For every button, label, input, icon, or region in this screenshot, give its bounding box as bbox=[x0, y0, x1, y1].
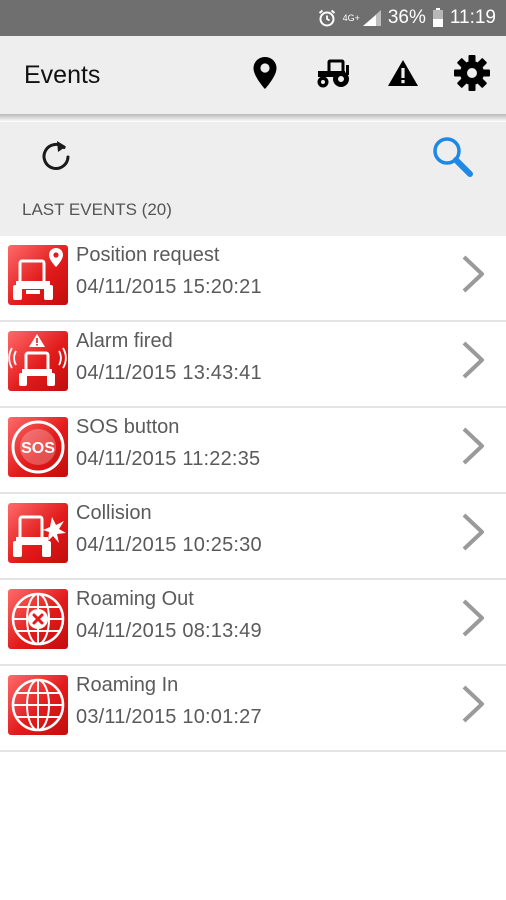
map-pin-icon bbox=[252, 56, 278, 95]
list-item[interactable]: Roaming Out 04/11/2015 08:13:49 bbox=[0, 580, 506, 666]
settings-button[interactable] bbox=[437, 36, 506, 114]
chevron-right-icon bbox=[458, 598, 490, 638]
refresh-icon bbox=[38, 137, 74, 180]
event-title: Position request bbox=[76, 244, 220, 266]
vehicles-button[interactable] bbox=[299, 36, 368, 114]
app-bar: Events bbox=[0, 36, 506, 114]
search-button[interactable] bbox=[424, 130, 480, 186]
tractor-location-icon bbox=[8, 245, 68, 305]
page-title: Events bbox=[24, 60, 101, 89]
event-datetime: 04/11/2015 10:25:30 bbox=[76, 534, 262, 556]
toolbar bbox=[0, 122, 506, 194]
chevron-right-icon bbox=[458, 426, 490, 466]
battery-percent: 36% bbox=[387, 7, 426, 28]
list-item[interactable]: Collision 04/11/2015 10:25:30 bbox=[0, 494, 506, 580]
event-datetime: 04/11/2015 15:20:21 bbox=[76, 276, 262, 298]
sos-icon: SOS bbox=[8, 417, 68, 477]
event-title: Collision bbox=[76, 502, 152, 524]
event-datetime: 04/11/2015 11:22:35 bbox=[76, 448, 261, 470]
network-icon: 4G+ bbox=[342, 12, 360, 23]
globe-cross-icon bbox=[8, 589, 68, 649]
event-datetime: 03/11/2015 10:01:27 bbox=[76, 706, 262, 728]
event-datetime: 04/11/2015 08:13:49 bbox=[76, 620, 262, 642]
status-bar: 4G+ 36% 11:19 bbox=[0, 0, 506, 36]
battery-icon bbox=[432, 8, 444, 28]
globe-icon bbox=[8, 675, 68, 735]
list-item[interactable]: Position request 04/11/2015 15:20:21 bbox=[0, 236, 506, 322]
list-item[interactable]: SOS SOS button 04/11/2015 11:22:35 bbox=[0, 408, 506, 494]
list-item[interactable]: Alarm fired 04/11/2015 13:43:41 bbox=[0, 322, 506, 408]
map-button[interactable] bbox=[230, 36, 299, 114]
warning-icon bbox=[387, 59, 419, 92]
chevron-right-icon bbox=[458, 512, 490, 552]
status-time: 11:19 bbox=[449, 7, 496, 28]
event-title: Roaming Out bbox=[76, 588, 194, 610]
tractor-icon bbox=[315, 57, 353, 94]
tractor-collision-icon bbox=[8, 503, 68, 563]
alerts-button[interactable] bbox=[368, 36, 437, 114]
event-title: SOS button bbox=[76, 416, 180, 438]
event-title: Alarm fired bbox=[76, 330, 173, 352]
event-datetime: 04/11/2015 13:43:41 bbox=[76, 362, 262, 384]
search-icon bbox=[430, 134, 474, 183]
list-item[interactable]: Roaming In 03/11/2015 10:01:27 bbox=[0, 666, 506, 752]
app-bar-actions bbox=[230, 36, 506, 114]
section-header: LAST EVENTS (20) bbox=[0, 194, 506, 236]
app-bar-shadow bbox=[0, 114, 506, 122]
chevron-right-icon bbox=[458, 684, 490, 724]
tractor-alarm-icon bbox=[8, 331, 68, 391]
refresh-button[interactable] bbox=[32, 134, 80, 182]
event-list: Position request 04/11/2015 15:20:21 Ala… bbox=[0, 236, 506, 752]
gear-icon bbox=[453, 54, 491, 97]
event-title: Roaming In bbox=[76, 674, 179, 696]
chevron-right-icon bbox=[458, 254, 490, 294]
alarm-icon bbox=[317, 8, 337, 28]
signal-icon bbox=[362, 9, 382, 27]
svg-text:SOS: SOS bbox=[21, 440, 55, 457]
chevron-right-icon bbox=[458, 340, 490, 380]
